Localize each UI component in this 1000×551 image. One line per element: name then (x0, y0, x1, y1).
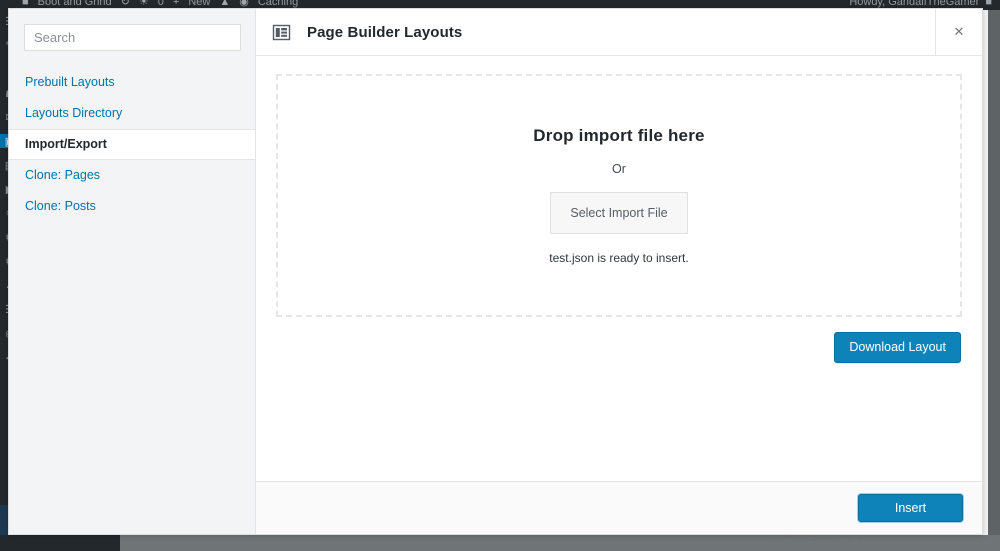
close-icon[interactable]: ✕ (935, 9, 982, 55)
avatar: ■ (985, 0, 992, 8)
search-container (9, 24, 255, 51)
new-content-link[interactable]: New (188, 0, 210, 8)
comment-icon[interactable]: ☀ (139, 0, 149, 8)
page-right-edge (988, 10, 1000, 535)
page-template-label: Default Template (771, 534, 854, 546)
insert-button[interactable]: Insert (858, 494, 963, 522)
wordpress-icon[interactable]: ■ (22, 0, 29, 8)
sidebar-item-clone-posts[interactable]: Clone: Posts (9, 191, 255, 222)
speed-icon[interactable]: ▲ (219, 0, 230, 8)
sidebar-item-clone-pages[interactable]: Clone: Pages (9, 160, 255, 191)
import-dropzone[interactable]: Drop import file here Or Select Import F… (276, 74, 962, 317)
sidebar-item-import-export[interactable]: Import/Export (9, 129, 255, 160)
dropzone-or-label: Or (612, 162, 626, 176)
import-status-text: test.json is ready to insert. (549, 251, 689, 265)
modal-footer: Insert (256, 481, 982, 534)
caching-link[interactable]: Caching (258, 0, 298, 8)
modal-nav-list: Prebuilt Layouts Layouts Directory Impor… (9, 67, 255, 222)
dropzone-title: Drop import file here (533, 126, 705, 145)
page-title: Page Builder Layouts (307, 23, 463, 41)
modal-header: Page Builder Layouts ✕ (256, 9, 982, 56)
plus-icon[interactable]: + (173, 0, 179, 8)
admin-bar-left-group: ■ Boot and Grind ↻ ☀ 0 + New ▲ ◉ Caching (22, 0, 298, 8)
sidebar-item-layouts-directory[interactable]: Layouts Directory (9, 98, 255, 129)
download-row: Download Layout (276, 332, 962, 363)
eye-icon[interactable]: ◉ (239, 0, 249, 8)
bottom-gray-strip (120, 535, 1000, 551)
modal-main: Page Builder Layouts ✕ Drop import file … (256, 9, 982, 534)
select-import-file-button[interactable]: Select Import File (550, 192, 688, 234)
site-name[interactable]: Boot and Grind (38, 0, 112, 8)
sidebar-item-prebuilt-layouts[interactable]: Prebuilt Layouts (9, 67, 255, 98)
admin-bar-right-group: Howdy, GandalfTheGamer ■ (849, 0, 992, 8)
modal-sidebar: Prebuilt Layouts Layouts Directory Impor… (9, 9, 256, 534)
download-layout-button[interactable]: Download Layout (834, 332, 961, 363)
search-input[interactable] (24, 24, 241, 51)
refresh-icon[interactable]: ↻ (121, 0, 130, 8)
howdy-greeting[interactable]: Howdy, GandalfTheGamer (849, 0, 979, 8)
chevron-down-icon: ▾ (856, 534, 862, 546)
page-builder-icon (272, 23, 291, 42)
modal-body: Drop import file here Or Select Import F… (256, 56, 982, 481)
page-builder-layouts-modal: Prebuilt Layouts Layouts Directory Impor… (8, 8, 983, 535)
comment-count: 0 (157, 0, 164, 8)
